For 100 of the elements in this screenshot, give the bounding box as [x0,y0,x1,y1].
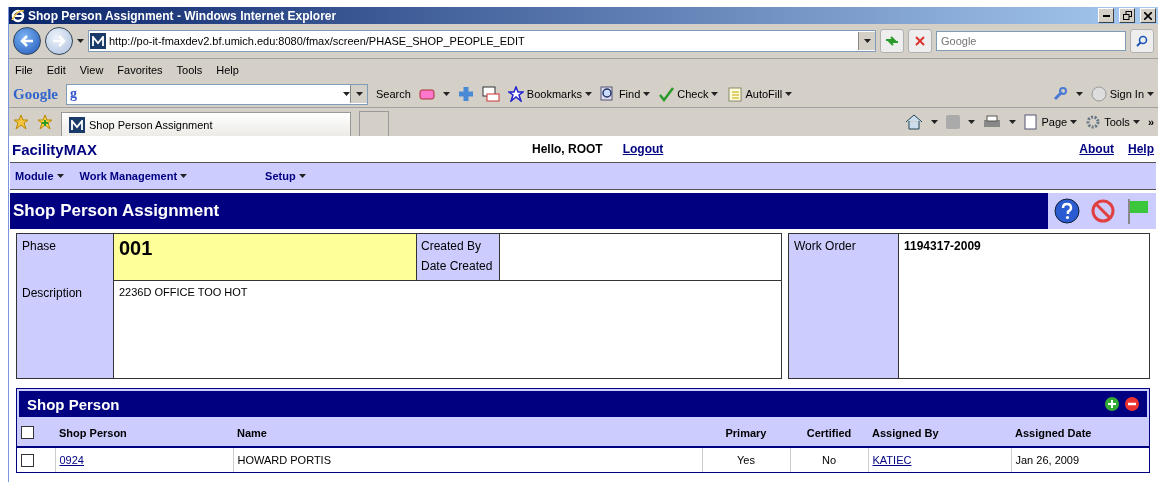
caret-icon [180,174,188,178]
column-header: Primary [702,419,790,447]
caret-icon [442,92,450,96]
check-button[interactable]: Check [658,86,719,102]
caret-icon [1075,92,1083,96]
assigned-by-link[interactable]: KATIEC [872,454,912,466]
nav-menu-item[interactable]: Work Management [79,170,188,182]
checkmark-icon [658,86,675,102]
menu-item[interactable]: Favorites [117,64,163,76]
search-button[interactable]: Search [376,88,411,100]
column-header: Certified [790,419,868,447]
close-icon [1144,11,1152,20]
search-button[interactable] [1130,29,1154,53]
caret-icon [863,39,871,43]
menu-item[interactable]: View [79,64,104,76]
remove-icon[interactable] [1125,397,1139,411]
page-title: Shop Person Assignment [12,200,221,222]
column-header: Name [233,419,702,447]
wrench-icon [1051,86,1068,102]
google-search-field[interactable]: g [66,83,368,105]
shop-person-link[interactable]: 0924 [59,454,84,466]
select-all-checkbox[interactable] [21,426,34,440]
bookmarks-button[interactable]: Bookmarks [507,86,592,102]
sign-in-button[interactable]: Sign In [1090,86,1154,102]
caret-icon [711,92,719,96]
caret-icon [785,92,793,96]
logout-link[interactable]: Logout [622,142,664,156]
notepad-icon [726,86,743,102]
browser-logo-icon [11,8,25,23]
app-brand: FacilityMAX [12,140,99,158]
more-button[interactable]: » [1147,116,1154,128]
caret-icon [931,120,939,124]
favorites-star-icon [13,114,29,130]
nav-menu-item[interactable]: Module [15,170,64,182]
field-label: Phase [17,234,114,281]
tools-button[interactable]: Tools [1085,114,1140,130]
table-cell: HOWARD PORTIS [233,447,702,472]
caret-icon [56,174,64,178]
menu-item[interactable]: Help [216,64,239,76]
minimize-icon [1102,14,1110,17]
description-value: 2236D OFFICE TOO HOT [118,285,249,300]
header-link[interactable]: Help [1128,142,1154,156]
refresh-icon [885,35,899,47]
search-field[interactable]: Google [936,31,1126,51]
dropdown-button[interactable] [350,85,367,103]
row-checkbox[interactable] [21,453,34,467]
field-label: Date Created [421,259,494,273]
stop-button[interactable] [908,29,932,53]
table-cell: No [790,447,868,472]
site-logo-icon [90,33,106,49]
caret-icon [584,92,592,96]
printer-icon [983,115,1002,129]
menu-item[interactable]: Tools [176,64,203,76]
document-icon [1024,114,1039,130]
caret-icon [1009,120,1017,124]
page-button[interactable]: Page [1024,114,1078,130]
phase-value: 001 [114,234,416,281]
browser-tab[interactable]: Shop Person Assignment [61,112,351,136]
menu-item[interactable]: File [15,64,33,76]
caret-icon [643,92,651,96]
forward-button[interactable] [45,27,73,55]
star-icon [507,86,524,102]
field-label: Work Order [789,234,899,378]
table-cell: Yes [702,447,790,472]
table-cell: Jan 26, 2009 [1011,447,1149,472]
window-title: Shop Person Assignment - Windows Internet Explorer [28,8,338,23]
cancel-icon[interactable] [1090,198,1116,224]
search-icon [1136,35,1148,47]
caret-icon [1070,120,1078,124]
header-link[interactable]: About [1079,142,1114,156]
field-label: Description [17,281,114,378]
stop-icon [915,36,925,46]
refresh-button[interactable] [880,29,904,53]
caret-icon [77,39,84,43]
restore-button[interactable] [1119,8,1135,23]
autofill-button[interactable]: AutoFill [726,86,793,102]
right-arrow-icon [52,35,66,47]
back-button[interactable] [13,27,41,55]
google-logo: Google [13,85,58,103]
caret-icon [298,174,306,178]
home-icon [905,114,924,130]
find-button[interactable]: Find [599,86,651,102]
column-header: Assigned Date [1011,419,1149,447]
add-favorite-icon [37,114,53,130]
g-icon: g [67,86,343,102]
nav-menu-item[interactable]: Setup [265,170,306,182]
help-icon[interactable] [1054,198,1080,224]
address-field[interactable]: http://po-it-fmaxdev2.bf.umich.edu:8080/fmax/screen/PHASE_SHOP_PEOPLE_EDIT [88,30,876,52]
column-header: Assigned By [868,419,1011,447]
circle-icon [1090,86,1107,102]
close-button[interactable] [1140,8,1156,23]
monitor-icon [481,86,500,102]
dropdown-button[interactable] [858,32,875,50]
magnifier-icon [599,86,616,102]
caret-icon [1147,92,1154,96]
caret-icon [1132,120,1140,124]
minimize-button[interactable] [1098,8,1114,23]
add-icon[interactable] [1105,397,1119,411]
menu-item[interactable]: Edit [46,64,66,76]
column-header: Shop Person [55,419,233,447]
